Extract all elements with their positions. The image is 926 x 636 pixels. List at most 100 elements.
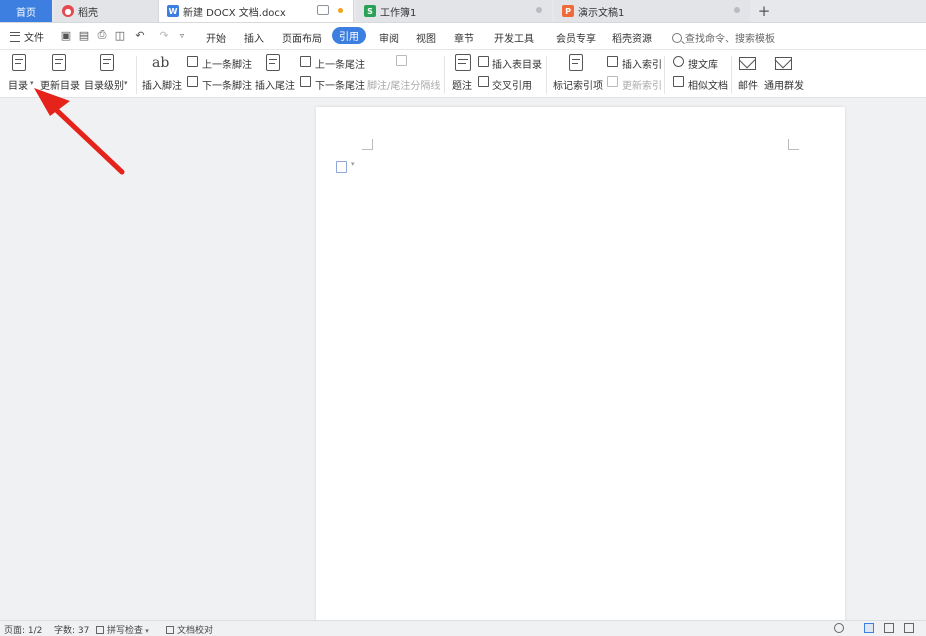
print-preview-icon[interactable]: ◫ [114, 29, 126, 42]
ribbon-separator [664, 56, 665, 94]
update-index-icon [607, 76, 618, 87]
close-tab-icon[interactable] [536, 7, 542, 13]
insert-footnote-label: 插入脚注 [142, 81, 182, 92]
similar-doc-icon [673, 76, 684, 87]
mass-mail-icon [775, 57, 792, 70]
proofread-label: 文档校对 [177, 626, 214, 636]
prev-footnote-label: 上一条脚注 [202, 60, 252, 71]
undo-icon[interactable]: ↶ [134, 29, 146, 42]
insert-table-toc-label: 插入表目录 [492, 60, 542, 71]
menu-start[interactable]: 开始 [206, 30, 226, 45]
insert-index-label: 插入索引 [622, 60, 662, 71]
spell-check-icon [96, 626, 104, 634]
cross-reference-icon [478, 76, 489, 87]
writer-icon: W [167, 5, 179, 17]
prev-endnote-icon [300, 56, 311, 67]
tab-document-label: 新建 DOCX 文档.docx [183, 7, 286, 19]
eye-protection-icon[interactable] [834, 623, 844, 633]
unsaved-dot-icon [338, 8, 343, 13]
tab-bar: 首页 ● 稻壳 W 新建 DOCX 文档.docx S 工作簿1 P 演示文稿1… [0, 0, 926, 23]
ribbon-separator [444, 56, 445, 94]
menu-docer-resources[interactable]: 稻壳资源 [612, 30, 652, 45]
tab-home-label: 首页 [16, 7, 36, 19]
search-library-label: 搜文库 [688, 60, 718, 71]
hamburger-icon [10, 31, 20, 42]
file-menu[interactable]: 文件 [10, 29, 44, 44]
menu-member[interactable]: 会员专享 [556, 30, 596, 45]
update-index-label: 更新索引 [622, 81, 662, 92]
export-pdf-icon[interactable]: ▤ [78, 29, 90, 42]
next-endnote-label: 下一条尾注 [315, 81, 365, 92]
tab-home[interactable]: 首页 [0, 0, 52, 22]
menu-references[interactable]: 引用 [332, 27, 366, 44]
mass-mail-label: 通用群发 [764, 81, 804, 92]
menu-chapter[interactable]: 章节 [454, 30, 474, 45]
close-tab-icon[interactable] [734, 7, 740, 13]
caption-label: 题注 [452, 81, 472, 92]
word-count[interactable]: 字数: 37 [54, 623, 89, 636]
status-bar: 页面: 1/2 字数: 37 拼写检查 ▾ 文档校对 [0, 620, 926, 636]
command-search[interactable]: 查找命令、搜索模板 [672, 30, 775, 45]
menu-developer[interactable]: 开发工具 [494, 30, 534, 45]
toc-label: 目录 [8, 81, 28, 92]
customize-toolbar-icon[interactable]: ▿ [176, 29, 188, 41]
insert-index-icon [607, 56, 618, 67]
print-icon[interactable]: ⎙ [96, 28, 108, 41]
cross-reference-label: 交叉引用 [492, 81, 532, 92]
tab-document-active[interactable]: W 新建 DOCX 文档.docx [158, 0, 354, 22]
toc-level-icon [100, 54, 114, 71]
chevron-down-icon[interactable]: ▾ [351, 160, 355, 168]
footnote-separator-label: 脚注/尾注分隔线 [367, 81, 441, 92]
chevron-down-icon: ▾ [124, 79, 128, 87]
ribbon-separator [731, 56, 732, 94]
tab-presentation[interactable]: P 演示文稿1 [554, 0, 750, 22]
page-view-icon[interactable] [864, 623, 874, 633]
ribbon-references: 目录 ▾ 更新目录 目录级别 ▾ ab 插入脚注 上一条脚注 下一条脚注 插入尾… [0, 50, 926, 98]
comment-icon[interactable] [317, 5, 329, 15]
document-proofread[interactable]: 文档校对 [166, 623, 213, 636]
file-menu-label: 文件 [24, 33, 44, 44]
redo-icon[interactable]: ↷ [158, 29, 170, 42]
page-count: 页面: 1/2 [4, 626, 43, 636]
command-search-placeholder: 查找命令、搜索模板 [685, 34, 775, 45]
separator-line-icon [396, 55, 407, 66]
new-tab-button[interactable]: + [752, 0, 776, 22]
proofread-icon [166, 626, 174, 634]
margin-mark-top-right [788, 139, 799, 150]
docer-icon: ● [62, 5, 74, 17]
spreadsheet-icon: S [364, 5, 376, 17]
toc-icon [12, 54, 26, 71]
toc-level-label: 目录级别 [84, 81, 124, 92]
paragraph-layout-icon[interactable] [336, 161, 347, 173]
menu-view[interactable]: 视图 [416, 30, 436, 45]
tab-docer[interactable]: ● 稻壳 [54, 0, 158, 22]
table-toc-icon [478, 56, 489, 67]
spell-check-label: 拼写检查 [107, 626, 144, 636]
outline-view-icon[interactable] [884, 623, 894, 633]
mark-index-label: 标记索引项 [553, 81, 603, 92]
tab-workbook[interactable]: S 工作簿1 [356, 0, 552, 22]
endnote-icon [266, 54, 280, 71]
save-icon[interactable]: ▣ [60, 29, 72, 42]
update-toc-label: 更新目录 [40, 81, 80, 92]
menu-page-layout[interactable]: 页面布局 [282, 30, 322, 45]
chevron-down-icon: ▾ [30, 79, 34, 87]
document-page[interactable]: ▾ [316, 107, 845, 623]
spell-check[interactable]: 拼写检查 ▾ [96, 623, 149, 636]
mail-icon [739, 57, 756, 70]
similar-doc-label: 相似文档 [688, 81, 728, 92]
ribbon-separator [136, 56, 137, 94]
reading-view-icon[interactable] [904, 623, 914, 633]
document-workspace: ▾ [0, 98, 926, 623]
menu-review[interactable]: 审阅 [379, 30, 399, 45]
prev-endnote-label: 上一条尾注 [315, 60, 365, 71]
search-icon [672, 32, 682, 43]
prev-footnote-icon [187, 56, 198, 67]
tab-workbook-label: 工作簿1 [380, 7, 417, 19]
mark-index-icon [569, 54, 583, 71]
tab-docer-label: 稻壳 [78, 7, 98, 19]
next-footnote-label: 下一条脚注 [202, 81, 252, 92]
menu-insert[interactable]: 插入 [244, 30, 264, 45]
update-toc-icon [52, 54, 66, 71]
menu-bar: 文件 ▣ ▤ ⎙ ◫ ↶ ↷ ▿ 开始 插入 页面布局 引用 审阅 视图 章节 … [0, 23, 926, 50]
